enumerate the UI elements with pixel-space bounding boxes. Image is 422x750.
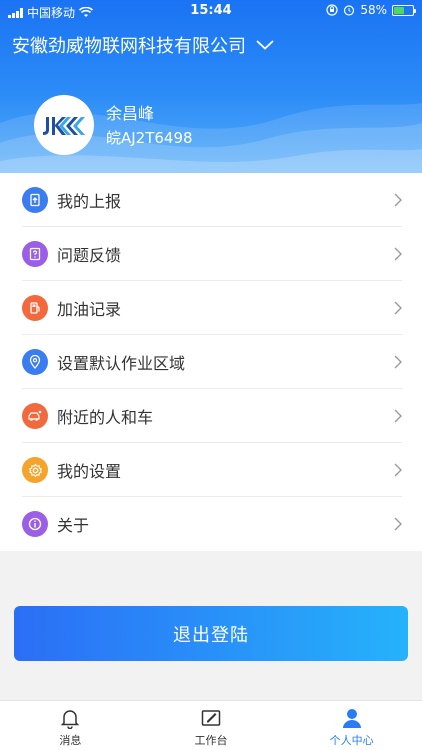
tab-label: 个人中心 xyxy=(329,734,374,747)
feedback-icon xyxy=(22,241,48,267)
chevron-right-icon xyxy=(394,409,402,423)
tab-profile[interactable]: 个人中心 xyxy=(281,701,422,750)
orientation-lock-icon xyxy=(326,4,338,16)
workbench-icon xyxy=(201,710,221,726)
menu-item-nearby[interactable]: 附近的人和车 xyxy=(0,389,422,443)
chevron-right-icon xyxy=(394,247,402,261)
settings-icon xyxy=(22,457,48,483)
alarm-icon xyxy=(344,5,355,16)
menu-item-label: 我的上报 xyxy=(57,192,122,211)
menu-item-label: 附近的人和车 xyxy=(57,408,154,427)
battery-icon xyxy=(392,4,416,16)
fuel-icon xyxy=(22,295,48,321)
company-logo xyxy=(43,117,85,135)
chevron-down-icon xyxy=(256,40,274,50)
status-right: 58% xyxy=(326,3,416,17)
tab-label: 工作台 xyxy=(194,734,228,747)
logout-button[interactable]: 退出登陆 xyxy=(14,606,408,661)
company-name: 安徽劲威物联网科技有限公司 xyxy=(12,36,246,57)
menu-item-label: 问题反馈 xyxy=(57,246,122,265)
chevron-right-icon xyxy=(394,193,402,207)
menu-item-label: 加油记录 xyxy=(57,300,122,319)
menu-item-label: 我的设置 xyxy=(57,462,122,481)
menu-item-default-area[interactable]: 设置默认作业区域 xyxy=(0,335,422,389)
avatar[interactable] xyxy=(34,95,94,155)
menu-item-about[interactable]: 关于 xyxy=(0,497,422,551)
chevron-right-icon xyxy=(394,301,402,315)
tab-label: 消息 xyxy=(59,734,82,747)
plate-number: 皖AJ2T6498 xyxy=(106,129,193,147)
person-icon xyxy=(342,709,361,728)
bell-icon xyxy=(61,710,80,729)
tab-bar: 消息 工作台 个人中心 xyxy=(0,700,422,750)
battery-fill xyxy=(394,6,405,14)
user-name: 余昌峰 xyxy=(106,104,155,123)
profile-header: 中国移动 15:44 58% 安徽劲威物联网科技有限公司 余昌峰 皖AJ2T64… xyxy=(0,0,422,173)
chevron-right-icon xyxy=(394,355,402,369)
nearby-icon xyxy=(22,403,48,429)
menu-item-feedback[interactable]: 问题反馈 xyxy=(0,227,422,281)
tab-workbench[interactable]: 工作台 xyxy=(141,701,282,750)
about-icon xyxy=(22,511,48,537)
menu-item-label: 设置默认作业区域 xyxy=(57,354,186,373)
chevron-right-icon xyxy=(394,463,402,477)
status-bar: 中国移动 15:44 58% xyxy=(0,0,422,22)
menu-item-reports[interactable]: 我的上报 xyxy=(0,173,422,227)
location-icon xyxy=(22,349,48,375)
report-icon xyxy=(22,187,48,213)
menu-item-label: 关于 xyxy=(57,516,90,535)
battery-percent: 58% xyxy=(360,3,387,17)
menu-item-fuel-records[interactable]: 加油记录 xyxy=(0,281,422,335)
menu-item-settings[interactable]: 我的设置 xyxy=(0,443,422,497)
menu-list: 我的上报 问题反馈 加油记录 设置默认作业区域 附近的人和车 我的设置 关于 xyxy=(0,173,422,551)
chevron-right-icon xyxy=(394,517,402,531)
tab-messages[interactable]: 消息 xyxy=(0,701,141,750)
company-selector[interactable]: 安徽劲威物联网科技有限公司 xyxy=(12,32,274,58)
